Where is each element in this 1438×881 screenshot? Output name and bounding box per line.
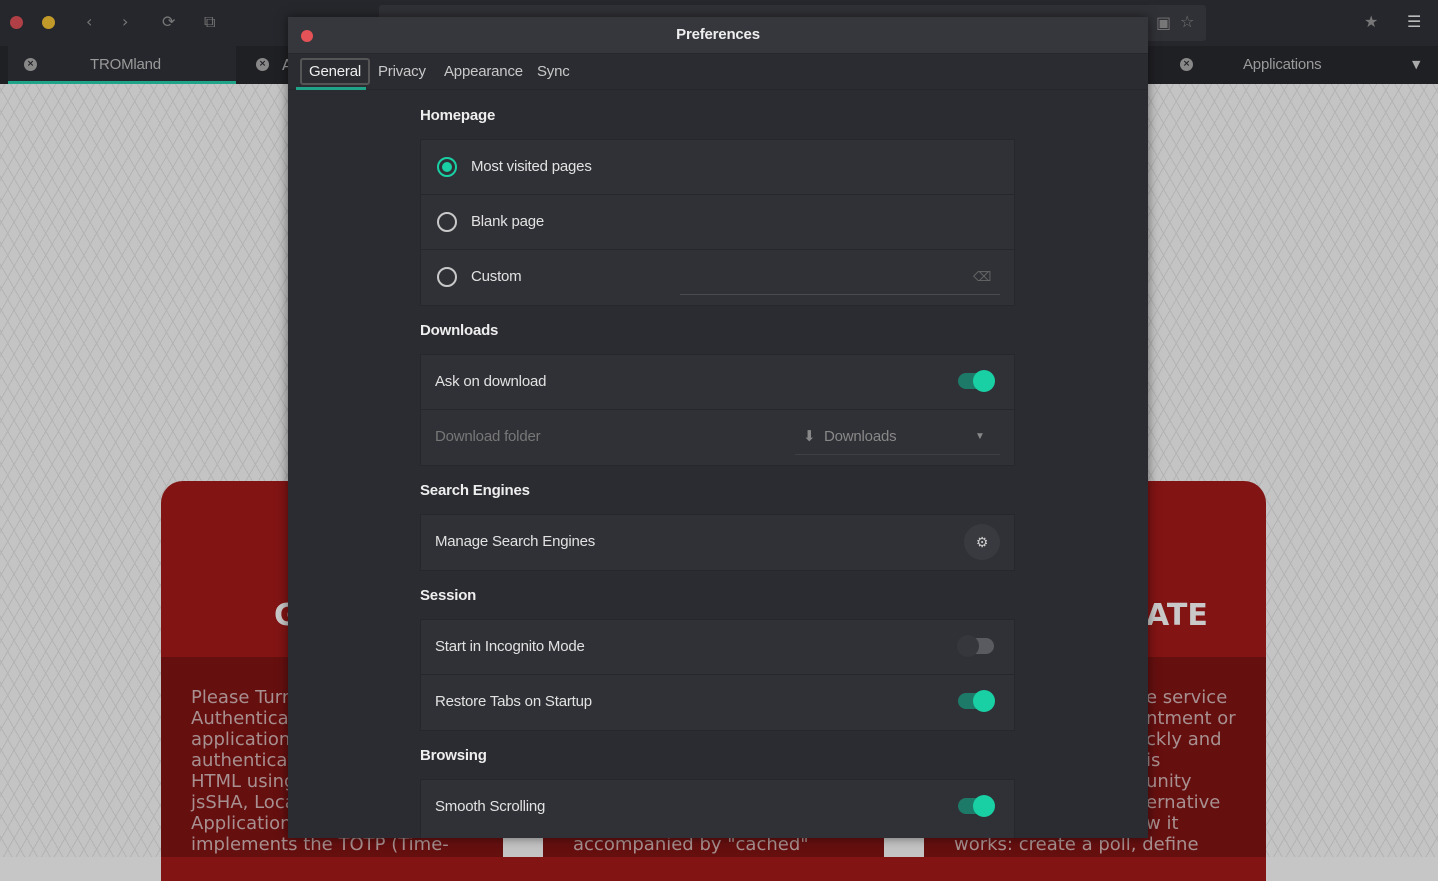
dialog-close-button[interactable] <box>301 30 313 42</box>
browsing-heading: Browsing <box>420 747 487 764</box>
downloads-group: Ask on download Download folder ⬇ Downlo… <box>420 354 1015 466</box>
manage-search-engines-row[interactable]: Manage Search Engines ⚙ <box>421 515 1014 570</box>
homepage-most-visited[interactable]: Most visited pages <box>421 140 1014 195</box>
clear-input-icon[interactable]: ⌫ <box>973 250 991 304</box>
downloads-heading: Downloads <box>420 322 499 339</box>
custom-url-input[interactable] <box>680 260 1000 295</box>
card-text-col3: e service ntment or ckly and is unity ernativ… <box>954 687 1236 855</box>
close-tab-icon[interactable]: × <box>24 58 37 71</box>
homepage-blank[interactable]: Blank page <box>421 195 1014 250</box>
incognito-row: Start in Incognito Mode <box>421 620 1014 675</box>
session-group: Start in Incognito Mode Restore Tabs on … <box>420 619 1015 731</box>
tab-second[interactable]: × A <box>240 46 292 84</box>
homepage-custom[interactable]: Custom ⌫ <box>421 250 1014 305</box>
bookmarks-icon[interactable]: ★ <box>1364 12 1378 31</box>
close-tab-icon[interactable]: × <box>256 58 269 71</box>
restore-tabs-toggle[interactable] <box>958 690 995 712</box>
radio-button[interactable] <box>437 157 457 177</box>
tab-sync[interactable]: Sync <box>530 58 577 85</box>
active-tab-indicator <box>296 87 366 90</box>
homepage-group: Most visited pages Blank page Custom ⌫ <box>420 139 1015 306</box>
tab-applications[interactable]: × Applications ▼ <box>1150 46 1438 84</box>
smooth-scrolling-row: Smooth Scrolling <box>421 780 1014 835</box>
close-tab-icon[interactable]: × <box>1180 58 1193 71</box>
tab-general[interactable]: General <box>300 58 370 85</box>
tab-appearance[interactable]: Appearance <box>437 58 530 85</box>
close-window-button[interactable] <box>10 16 23 29</box>
tab-tromland[interactable]: × TROMland <box>8 46 236 84</box>
radio-button[interactable] <box>437 267 457 287</box>
search-engines-heading: Search Engines <box>420 482 530 499</box>
back-icon[interactable]: ‹ <box>86 12 92 31</box>
restore-tabs-row: Restore Tabs on Startup <box>421 675 1014 730</box>
download-folder-row: Download folder ⬇ Downloads ▼ <box>421 410 1014 465</box>
ask-on-download-toggle[interactable] <box>958 370 995 392</box>
browsing-group: Smooth Scrolling <box>420 779 1015 838</box>
new-page-icon[interactable]: ⧉ <box>204 12 215 32</box>
chevron-down-icon: ▼ <box>975 431 985 442</box>
radio-button[interactable] <box>437 212 457 232</box>
minimize-window-button[interactable] <box>42 16 55 29</box>
homepage-heading: Homepage <box>420 107 496 124</box>
card-heading-right: ATE <box>1146 598 1208 633</box>
forward-icon[interactable]: › <box>122 12 128 31</box>
dialog-titlebar: Preferences <box>288 17 1148 54</box>
reader-mode-icon[interactable]: ▣ <box>1156 13 1171 32</box>
tab-list-dropdown-icon[interactable]: ▼ <box>1412 46 1420 84</box>
smooth-scrolling-toggle[interactable] <box>958 795 995 817</box>
incognito-toggle[interactable] <box>957 635 994 657</box>
reload-icon[interactable]: ⟳ <box>162 12 175 31</box>
download-folder-select[interactable]: ⬇ Downloads ▼ <box>795 420 1000 455</box>
preferences-tabs: General Privacy Appearance Sync <box>288 54 1148 90</box>
menu-icon[interactable]: ☰ <box>1407 12 1421 31</box>
gear-icon[interactable]: ⚙ <box>964 524 1000 560</box>
bookmark-star-icon[interactable]: ☆ <box>1180 12 1194 31</box>
download-arrow-icon: ⬇ <box>803 428 816 445</box>
ask-on-download-row: Ask on download <box>421 355 1014 410</box>
session-heading: Session <box>420 587 477 604</box>
search-group: Manage Search Engines ⚙ <box>420 514 1015 571</box>
tab-privacy[interactable]: Privacy <box>371 58 433 85</box>
preferences-dialog: Preferences General Privacy Appearance S… <box>288 17 1148 838</box>
dialog-title: Preferences <box>676 26 760 43</box>
